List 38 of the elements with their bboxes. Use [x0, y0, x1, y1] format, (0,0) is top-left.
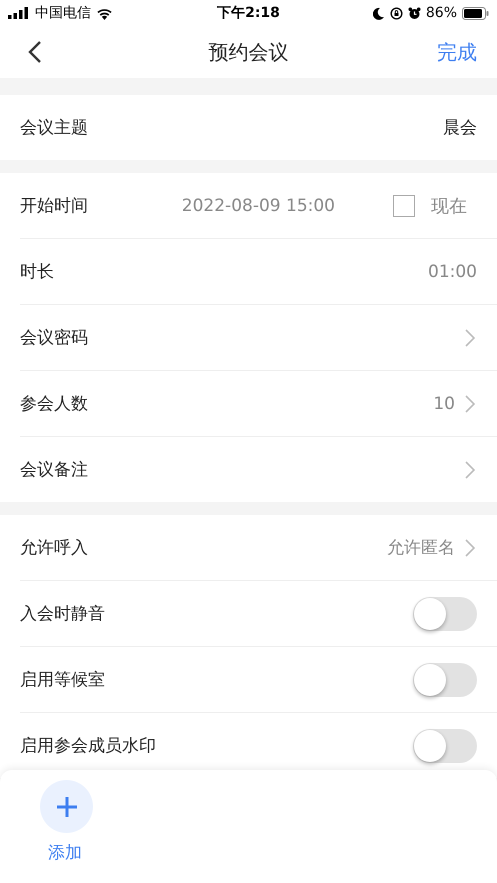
add-label: 添加 [48, 842, 82, 864]
setting-value: 允许匿名 [387, 537, 455, 559]
setting-label: 会议主题 [20, 117, 89, 139]
back-icon[interactable] [28, 40, 42, 64]
setting-label: 会议备注 [20, 459, 89, 481]
moon-icon [372, 6, 385, 20]
checkbox-label: 现在 [431, 194, 467, 218]
checkbox[interactable] [393, 194, 415, 216]
battery-icon [462, 6, 489, 20]
battery-percent: 86% [426, 5, 457, 21]
alarm-icon [408, 6, 421, 20]
carrier: 中国电信 [35, 4, 91, 22]
signal-icon [8, 7, 30, 19]
toggle-switch[interactable] [413, 662, 477, 696]
setting-label: 启用等候室 [20, 669, 106, 691]
setting-label: 开始时间 [20, 195, 89, 217]
setting-value: 01:00 [428, 262, 477, 282]
chevron-icon[interactable] [465, 394, 475, 412]
setting-label: 时长 [20, 261, 55, 283]
setting-label: 会议密码 [20, 327, 89, 349]
status-time: 下午2:18 [217, 4, 280, 22]
done-button[interactable]: 完成 [437, 38, 477, 66]
setting-label: 启用参会成员水印 [20, 735, 157, 757]
chevron-icon[interactable] [465, 538, 475, 556]
toggle-switch[interactable] [413, 728, 477, 762]
wifi-icon [96, 6, 113, 20]
toggle-switch[interactable] [413, 596, 477, 630]
chevron-icon[interactable] [465, 460, 475, 478]
setting-value: 晨会 [443, 117, 477, 139]
page-title: 预约会议 [208, 38, 288, 66]
plus-icon[interactable] [56, 796, 78, 818]
chevron-icon[interactable] [465, 328, 475, 346]
rotation-lock-icon [390, 6, 403, 20]
setting-label: 允许呼入 [20, 537, 89, 559]
setting-label: 参会人数 [20, 393, 89, 415]
setting-value: 10 [433, 394, 455, 414]
setting-label: 入会时静音 [20, 603, 106, 625]
start-time-value[interactable]: 2022-08-09 15:00 [182, 196, 335, 216]
